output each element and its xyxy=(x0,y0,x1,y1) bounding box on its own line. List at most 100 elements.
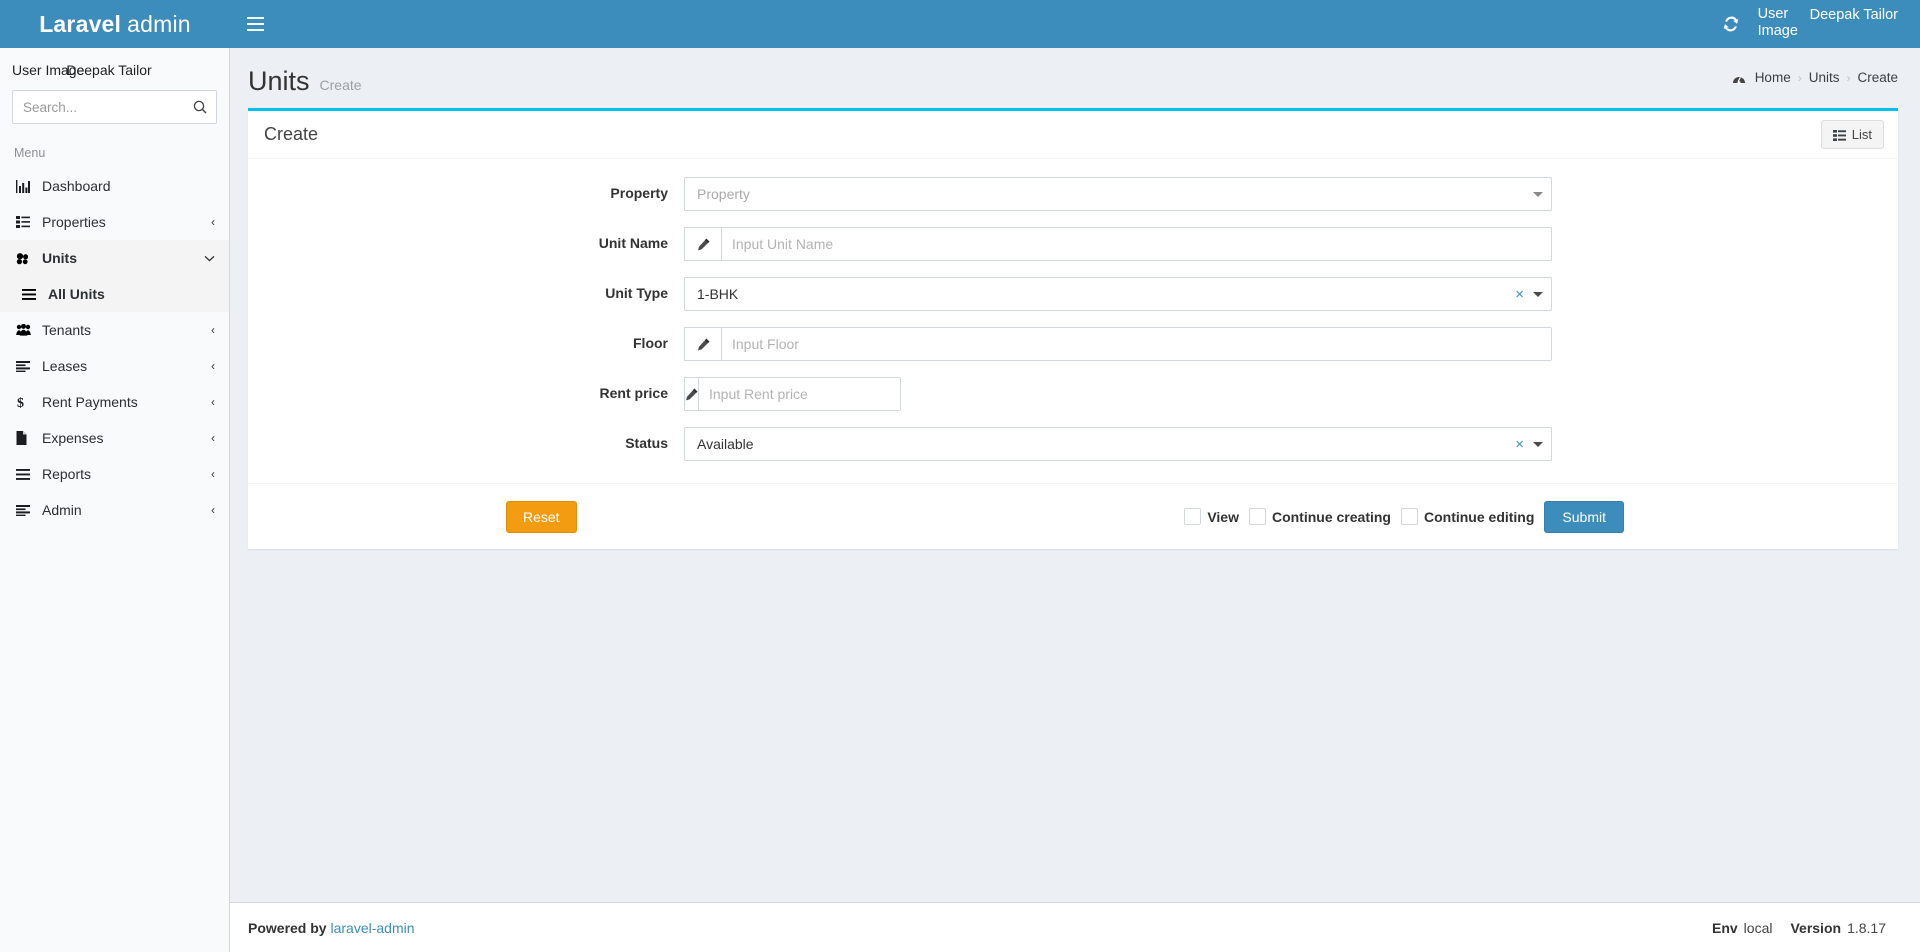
page-title: Units xyxy=(248,66,310,96)
form-row-status: Status Available × xyxy=(248,427,1898,461)
form-footer: Reset View Continue creating Continue ed… xyxy=(248,483,1898,549)
sidebar-item-caret: ‹ xyxy=(211,395,215,409)
pencil-icon xyxy=(684,327,721,361)
property-select-value: Property xyxy=(697,186,750,202)
sidebar-item-caret: ‹ xyxy=(211,503,215,517)
checkbox-view: View xyxy=(1184,508,1239,525)
clear-icon[interactable]: × xyxy=(1515,436,1524,453)
rent-price-input[interactable] xyxy=(698,377,901,411)
status-select[interactable]: Available × xyxy=(684,427,1552,461)
bar-chart-icon xyxy=(16,179,42,193)
label-floor: Floor xyxy=(633,335,668,351)
sidebar-item-caret: ‹ xyxy=(211,323,215,337)
sidebar-toggle-button[interactable] xyxy=(230,0,280,48)
label-unit-type: Unit Type xyxy=(605,285,668,301)
page-footer: Powered by laravel-admin Env local Versi… xyxy=(230,902,1920,952)
sidebar-item-units[interactable]: Units xyxy=(0,240,229,276)
view-checkbox[interactable] xyxy=(1184,508,1202,525)
label-unit-name: Unit Name xyxy=(598,235,668,251)
view-checkbox-label[interactable]: View xyxy=(1207,509,1239,525)
clear-icon[interactable]: × xyxy=(1515,286,1524,303)
refresh-icon xyxy=(1723,16,1738,32)
sidebar-item-leases[interactable]: Leases ‹ xyxy=(0,348,229,384)
env-label: Env xyxy=(1711,919,1738,936)
powered-by-text: Powered by laravel-admin xyxy=(248,920,415,936)
checkbox-continue-creating: Continue creating xyxy=(1248,508,1391,525)
sidebar-item-admin[interactable]: Admin ‹ xyxy=(0,492,229,528)
submit-button[interactable]: Submit xyxy=(1544,500,1624,533)
breadcrumb-separator: › xyxy=(1797,70,1802,85)
sidebar-item-label: Tenants xyxy=(42,322,92,338)
continue-creating-checkbox[interactable] xyxy=(1248,508,1266,525)
cubes-icon xyxy=(16,252,42,265)
sidebar-user-name: Deepak Tailor xyxy=(66,62,152,78)
breadcrumb-units[interactable]: Units xyxy=(1809,70,1840,85)
label-property: Property xyxy=(610,185,668,201)
unit-name-input-group xyxy=(684,227,1552,261)
label-status: Status xyxy=(625,435,668,451)
sidebar-item-label: Properties xyxy=(42,214,106,230)
laravel-admin-link[interactable]: laravel-admin xyxy=(330,920,414,936)
sidebar-item-label: Leases xyxy=(42,358,88,374)
form-row-unit-name: Unit Name xyxy=(248,227,1898,261)
unit-type-select[interactable]: 1-BHK × xyxy=(684,277,1552,311)
bars-icon xyxy=(22,288,48,300)
footer-meta: Env local Version 1.8.17 xyxy=(1712,920,1898,936)
sidebar-item-tenants[interactable]: Tenants ‹ xyxy=(0,312,229,348)
breadcrumb-home[interactable]: Home xyxy=(1755,70,1791,85)
field-property: Property xyxy=(684,177,1552,211)
sidebar-item-caret: ‹ xyxy=(211,467,215,481)
sidebar-item-reports[interactable]: Reports ‹ xyxy=(0,456,229,492)
top-navbar: Laravel admin User Image Deepak Tailor xyxy=(0,0,1920,48)
field-unit-name xyxy=(684,227,1552,261)
sidebar-item-dashboard[interactable]: Dashboard xyxy=(0,168,229,204)
reset-button[interactable]: Reset xyxy=(506,500,577,533)
sidebar-item-label: Reports xyxy=(42,466,92,482)
continue-editing-checkbox-label[interactable]: Continue editing xyxy=(1424,509,1534,525)
sidebar-item-caret: ‹ xyxy=(211,431,215,445)
list-icon xyxy=(16,504,42,516)
chevron-down-icon xyxy=(1533,441,1543,447)
sidebar-item-label: Dashboard xyxy=(42,178,111,194)
search-icon[interactable] xyxy=(193,98,207,114)
box-header: Create List xyxy=(248,111,1898,159)
continue-editing-checkbox[interactable] xyxy=(1400,508,1418,525)
unit-type-select-value: 1-BHK xyxy=(697,286,739,302)
continue-creating-checkbox-label[interactable]: Continue creating xyxy=(1272,509,1391,525)
floor-input[interactable] xyxy=(721,327,1552,361)
chevron-down-icon xyxy=(204,251,215,265)
sidebar-menu-header: Menu xyxy=(14,146,46,160)
breadcrumb: Home › Units › Create xyxy=(1732,70,1898,85)
pencil-icon xyxy=(684,377,698,411)
field-unit-type: 1-BHK × xyxy=(684,277,1552,311)
sidebar-item-all-units[interactable]: All Units xyxy=(0,276,229,312)
powered-by-label: Powered by xyxy=(248,919,327,936)
navbar-right-menu: User Image Deepak Tailor xyxy=(1708,0,1920,48)
brand-logo[interactable]: Laravel admin xyxy=(0,0,230,48)
user-menu[interactable]: User Image Deepak Tailor xyxy=(1754,0,1910,40)
page-subtitle: Create xyxy=(319,77,362,93)
sidebar: User Image Deepak Tailor Menu xyxy=(0,48,230,952)
list-alt-icon xyxy=(16,216,42,228)
content-header: Units Create Home › Units › Create xyxy=(230,48,1920,104)
form-row-floor: Floor xyxy=(248,327,1898,361)
list-button[interactable]: List xyxy=(1820,120,1884,149)
list-icon xyxy=(1832,127,1846,142)
bars-icon xyxy=(16,468,42,480)
unit-name-input[interactable] xyxy=(721,227,1552,261)
sidebar-search xyxy=(0,82,229,124)
sidebar-item-rent-payments[interactable]: $ Rent Payments ‹ xyxy=(0,384,229,420)
footer-actions: View Continue creating Continue editing … xyxy=(1184,500,1882,533)
sidebar-item-properties[interactable]: Properties ‹ xyxy=(0,204,229,240)
property-select[interactable]: Property xyxy=(684,177,1552,211)
field-status: Available × xyxy=(684,427,1552,461)
sidebar-item-label: Expenses xyxy=(42,430,104,446)
checkbox-continue-editing: Continue editing xyxy=(1400,508,1534,525)
sidebar-item-caret: ‹ xyxy=(211,359,215,373)
search-input[interactable] xyxy=(12,90,217,124)
sidebar-item-expenses[interactable]: Expenses ‹ xyxy=(0,420,229,456)
navbar-user-name: Deepak Tailor xyxy=(1809,7,1898,23)
breadcrumb-create: Create xyxy=(1857,70,1898,85)
main-content: Units Create Home › Units › Create Creat… xyxy=(230,48,1920,952)
refresh-button[interactable] xyxy=(1708,0,1754,48)
